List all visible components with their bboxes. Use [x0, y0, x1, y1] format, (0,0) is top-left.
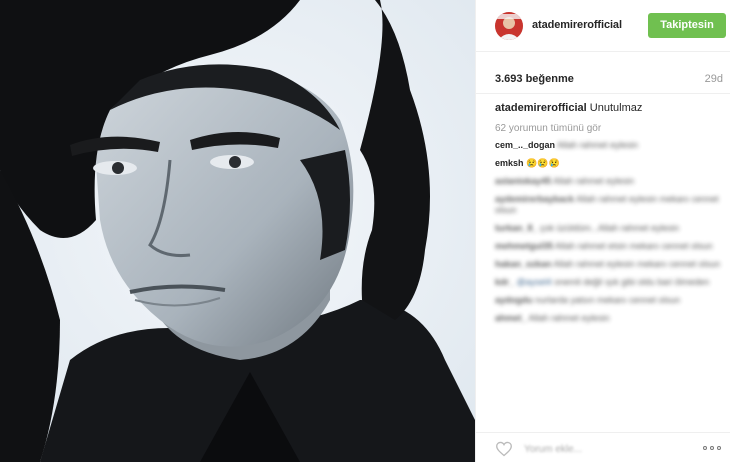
avatar[interactable] [495, 12, 523, 40]
caption: atademirerofficial Unutulmaz [495, 101, 721, 115]
caption-text: Unutulmaz [589, 102, 643, 114]
comment: kdr_ @aysel4 onemli değil ışık gibi oldu… [495, 277, 721, 288]
comments-section: atademirerofficial Unutulmaz 62 yorumun … [495, 101, 721, 331]
caption-username[interactable]: atademirerofficial [495, 102, 587, 114]
comment-list: cem_.._dogan Allah rahmet eylesin emksh … [495, 140, 721, 324]
comment-username[interactable]: aslaniokay45 [495, 176, 551, 186]
comment-username[interactable]: cem_.._dogan [495, 140, 555, 150]
add-comment-input[interactable] [524, 439, 684, 459]
likes-row: 3.693 beğenme 29d [476, 52, 730, 94]
post-photo[interactable] [0, 0, 475, 462]
portrait-image [0, 0, 475, 462]
comment-text: 😢😢😢 [526, 158, 560, 168]
comment-text: çok üzüldüm...Allah rahmet eylesin [540, 223, 680, 233]
comment-mention[interactable]: @aysel4 [517, 277, 552, 287]
likes-count[interactable]: 3.693 beğenme [495, 73, 574, 85]
dot-icon [710, 446, 714, 450]
comment-text: Allah rahmet eylesin [553, 176, 635, 186]
comment: mehmetgul35 Allah rahmet etsin mekanı ce… [495, 241, 721, 252]
comment: hakan_ozkan Allah rahmet eylesin mekanı … [495, 259, 721, 270]
comment-text: onemli değil ışık gibi oldu bari ölmeden [554, 277, 710, 287]
comment-text: Allah rahmet etsin mekanı cennet olsun [555, 241, 713, 251]
comment: turkan_8_ çok üzüldüm...Allah rahmet eyl… [495, 223, 721, 234]
avatar-image [495, 12, 523, 40]
comment-username[interactable]: hakan_ozkan [495, 259, 552, 269]
post-header: atademirerofficial Takiptesin [476, 0, 730, 52]
comment: ahmet_ Allah rahmet eylesin [495, 313, 721, 324]
comment-username[interactable]: aydogdu [495, 295, 533, 305]
comment-text: Allah rahmet eylesin [557, 140, 639, 150]
comment: aydemirerbayback Allah rahmet eylesin me… [495, 194, 721, 216]
comment-text: nurlarda yatsın mekanı cennet olsun [535, 295, 681, 305]
comment-username[interactable]: turkan_8_ [495, 223, 538, 233]
comment-username[interactable]: kdr_ [495, 277, 514, 287]
post-sidebar: atademirerofficial Takiptesin 3.693 beğe… [475, 0, 730, 462]
comment: emksh 😢😢😢 [495, 158, 721, 169]
view-all-comments-link[interactable]: 62 yorumun tümünü gör [495, 123, 721, 134]
comment-username[interactable]: mehmetgul35 [495, 241, 553, 251]
heart-outline-icon[interactable] [495, 441, 513, 457]
follow-button[interactable]: Takiptesin [648, 13, 726, 38]
comment: aydogdu nurlarda yatsın mekanı cennet ol… [495, 295, 721, 306]
comment-text: Allah rahmet eylesin mekanı cennet olsun [553, 259, 721, 269]
author-username[interactable]: atademirerofficial [532, 19, 622, 31]
post-age[interactable]: 29d [705, 73, 723, 85]
comment-username[interactable]: emksh [495, 158, 524, 168]
comment: cem_.._dogan Allah rahmet eylesin [495, 140, 721, 151]
comment: aslaniokay45 Allah rahmet eylesin [495, 176, 721, 187]
more-options-icon[interactable] [703, 442, 723, 454]
instagram-post: atademirerofficial Takiptesin 3.693 beğe… [0, 0, 730, 462]
comment-username[interactable]: ahmet_ [495, 313, 527, 323]
dot-icon [703, 446, 707, 450]
comment-username[interactable]: aydemirerbayback [495, 194, 574, 204]
dot-icon [717, 446, 721, 450]
comment-text: Allah rahmet eylesin [528, 313, 610, 323]
post-footer [476, 432, 730, 462]
